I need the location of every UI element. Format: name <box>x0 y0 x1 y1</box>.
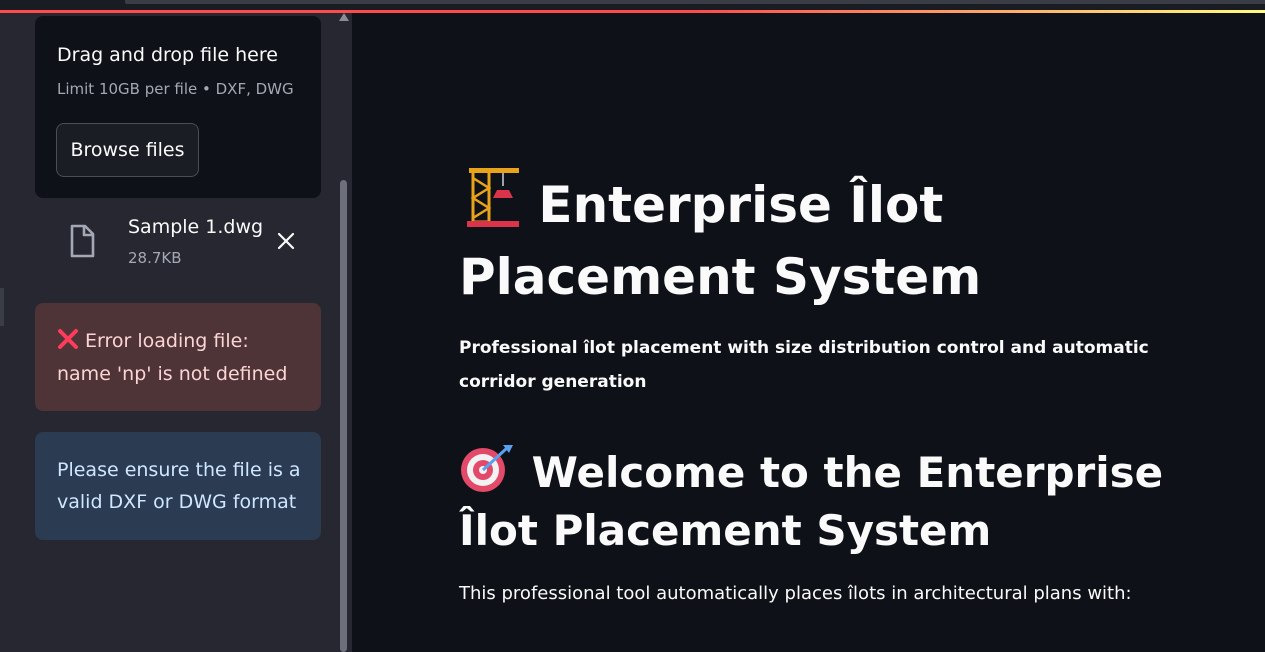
page-subtitle: Professional îlot placement with size di… <box>459 338 1149 392</box>
sidebar-scrollbar[interactable] <box>338 13 349 652</box>
sidebar-collapse-edge[interactable] <box>0 288 4 326</box>
info-alert: Please ensure the file is a valid DXF or… <box>35 432 321 540</box>
file-name: Sample 1.dwg <box>128 216 264 238</box>
error-message: Error loading file: name 'np' is not def… <box>57 330 288 385</box>
target-dart-icon <box>461 445 513 492</box>
uploaded-file-item: Sample 1.dwg 28.7KB <box>35 213 321 273</box>
main-content: Enterprise Îlot Placement System Profess… <box>352 13 1265 652</box>
welcome-heading: Welcome to the Enterprise Îlot Placement… <box>459 443 1219 560</box>
page-title-text: Enterprise Îlot Placement System <box>459 176 982 306</box>
dropzone-title: Drag and drop file here <box>57 44 278 66</box>
scrollbar-thumb[interactable] <box>340 180 347 652</box>
scroll-up-arrow-icon[interactable] <box>339 13 349 21</box>
file-uploader-dropzone[interactable]: Drag and drop file here Limit 10GB per f… <box>35 16 321 198</box>
red-x-icon <box>58 329 78 349</box>
dropzone-limit-text: Limit 10GB per file • DXF, DWG <box>57 80 294 98</box>
construction-crane-icon <box>467 168 519 227</box>
tab-strip <box>125 0 1265 4</box>
intro-text: This professional tool automatically pla… <box>459 583 1132 604</box>
error-alert: Error loading file: name 'np' is not def… <box>35 303 321 411</box>
page-title: Enterprise Îlot Placement System <box>459 168 1179 313</box>
sidebar: Drag and drop file here Limit 10GB per f… <box>0 13 352 652</box>
file-icon <box>70 224 95 258</box>
remove-file-close-icon[interactable] <box>275 230 297 252</box>
browse-files-button[interactable]: Browse files <box>56 123 199 177</box>
welcome-heading-text: Welcome to the Enterprise Îlot Placement… <box>459 448 1164 555</box>
file-size: 28.7KB <box>128 249 182 267</box>
info-message: Please ensure the file is a valid DXF or… <box>57 459 301 513</box>
